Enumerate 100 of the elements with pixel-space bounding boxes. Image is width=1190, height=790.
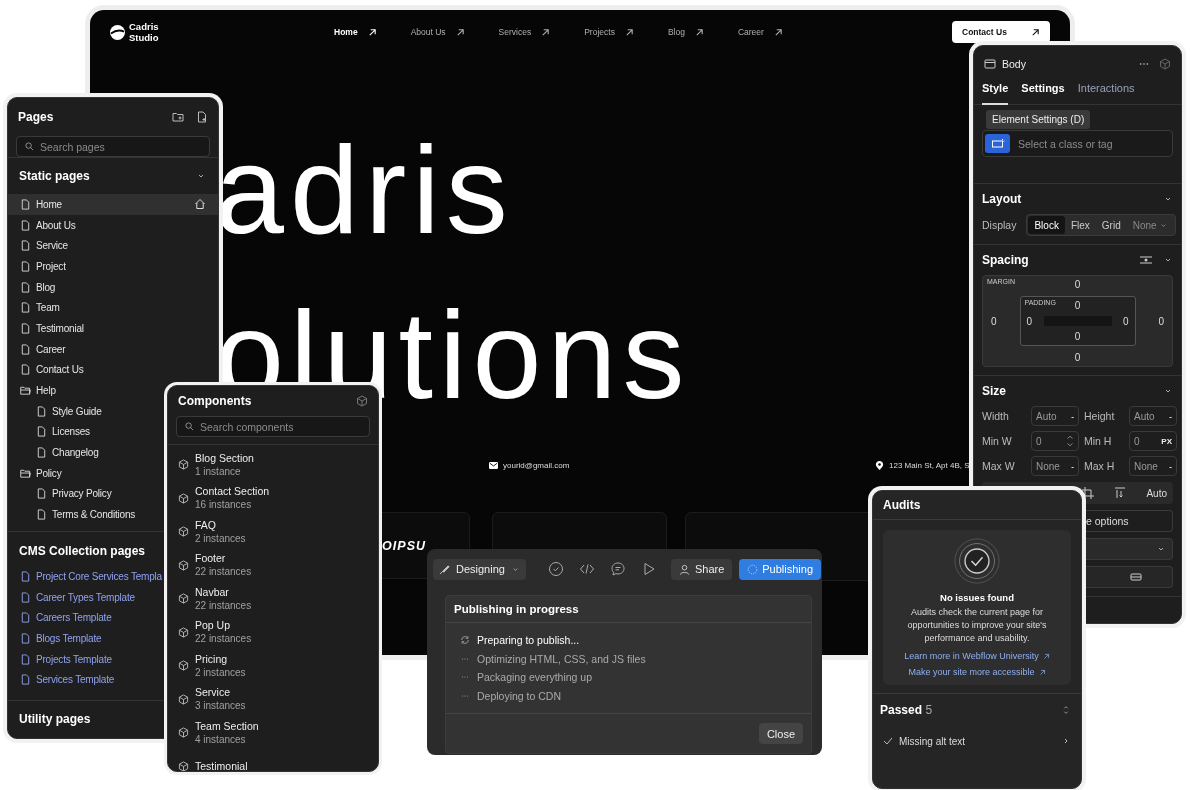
help-link[interactable]: Learn more in Webflow University [904,651,1050,661]
page-item[interactable]: Team [8,297,64,319]
page-item[interactable]: Policy [8,462,66,484]
nav-link[interactable]: Services [498,27,551,37]
page-item[interactable]: Career Types Template [8,586,139,608]
spacing-preset-icon[interactable] [1139,255,1153,265]
page-item[interactable]: Blog [8,276,60,298]
page-item[interactable]: Projects Template [8,648,116,670]
page-item[interactable]: Testimonial [8,318,88,339]
component-name[interactable]: Service [195,686,246,700]
page-item[interactable]: Privacy Policy [8,483,116,505]
publish-button[interactable]: Publishing [739,558,822,580]
page-icon [20,240,31,252]
page-item[interactable]: About Us [8,214,80,236]
close-button[interactable]: Close [758,723,803,744]
page-item[interactable]: Project [8,256,70,277]
segmented-field[interactable] [1083,566,1173,588]
padding-value[interactable]: 0 [1122,315,1129,327]
help-link[interactable]: Make your site more accessible [908,667,1046,677]
page-item[interactable]: Careers Template [8,607,116,629]
unit-label[interactable]: PX [1161,436,1172,446]
nav-link[interactable]: Projects [584,27,634,37]
audit-item[interactable]: Missing alt text [873,726,1081,756]
component-name[interactable]: Pricing [195,652,246,666]
size-field[interactable]: None - [1129,456,1177,476]
contact-button[interactable]: Contact Us [952,21,1050,43]
folder-add-icon[interactable] [172,111,184,123]
page-item[interactable]: Services Template [8,669,119,691]
expand-collapse-icon[interactable] [1061,705,1071,715]
element-name: Body [1002,58,1027,70]
display-option[interactable]: Block [1028,216,1065,234]
page-item[interactable]: Help [8,380,60,401]
panel-tab[interactable]: Interactions [1077,82,1135,103]
page-item[interactable]: Changelog [8,442,103,463]
page-item[interactable]: Licenses [8,421,94,443]
mode-dropdown[interactable]: Designing [433,558,526,580]
selector-field[interactable]: Select a class or tag [982,130,1173,157]
unit-label[interactable]: - [1071,461,1074,471]
code-icon[interactable] [578,561,595,577]
dropdown-field[interactable] [1083,538,1173,560]
comment-icon[interactable] [609,561,626,577]
nav-link[interactable]: About Us [410,27,465,37]
cube-add-icon[interactable] [1159,58,1171,70]
page-item[interactable]: Service [8,235,72,257]
page-item[interactable]: Blogs Template [8,628,106,649]
section-title[interactable]: Size [982,384,1153,398]
margin-value[interactable]: 0 [1074,279,1081,290]
page-add-icon[interactable] [196,111,208,123]
size-field[interactable]: None - [1031,456,1079,476]
size-field[interactable]: Auto - [1031,406,1079,426]
panel-title: Pages [18,110,54,124]
crop-icon[interactable] [1082,487,1095,499]
share-button[interactable]: Share [670,558,733,580]
page-item[interactable]: Style Guide [8,400,106,422]
nav-link[interactable]: Home [334,27,377,37]
unit-label[interactable]: - [1169,411,1172,421]
unit-label[interactable]: - [1071,411,1074,421]
padding-value[interactable]: 0 [1026,315,1033,327]
component-name[interactable]: FAQ [195,518,246,532]
page-item[interactable]: Terms & Conditions [8,504,140,525]
display-option[interactable]: Flex [1064,216,1096,234]
component-name[interactable]: Blog Section [195,451,254,465]
check-circle-icon[interactable] [547,561,564,577]
search-field[interactable]: Search pages [16,136,210,157]
section-title[interactable]: Static pages [19,169,90,183]
component-name[interactable]: Testimonial [195,759,248,771]
more-icon[interactable] [1139,62,1149,66]
email-text: yourid@gmail.com [503,460,570,470]
nav-link[interactable]: Career [737,27,783,37]
section-title[interactable]: Spacing [982,253,1129,267]
overflow-option[interactable]: Auto [1146,487,1167,499]
component-name[interactable]: Pop Up [195,619,252,633]
panel-tab[interactable]: Settings [1021,82,1065,103]
display-option[interactable]: Grid [1095,216,1127,234]
component-name[interactable]: Contact Section [195,485,270,499]
section-title[interactable]: Utility pages [19,712,91,727]
page-item[interactable]: Contact Us [8,359,88,381]
padding-value[interactable]: 0 [1074,331,1081,342]
page-item[interactable]: Career [8,338,70,360]
padding-value[interactable]: 0 [1074,300,1081,311]
size-field[interactable]: Auto - [1129,406,1177,426]
size-field[interactable]: 0 [1031,431,1079,451]
section-title[interactable]: Layout [982,192,1153,206]
size-field[interactable]: 0 PX [1129,431,1177,451]
unit-label[interactable]: - [1169,461,1172,471]
display-dropdown[interactable]: None [1126,216,1174,234]
component-name[interactable]: Team Section [195,719,259,733]
page-item[interactable]: Home [8,194,218,215]
margin-value[interactable]: 0 [1074,352,1081,363]
arrow-icon [541,27,551,37]
section-title[interactable]: CMS Collection pages [19,544,146,558]
margin-value[interactable]: 0 [1158,315,1164,327]
margin-value[interactable]: 0 [991,315,997,327]
panel-tab[interactable]: Style [982,82,1009,105]
component-name[interactable]: Navbar [195,585,252,599]
page-item[interactable]: Project Core Services Templa [8,566,166,587]
page-icon [36,405,47,417]
sort-icon[interactable] [1114,487,1127,499]
component-name[interactable]: Footer [195,552,252,566]
nav-link[interactable]: Blog [667,27,704,37]
